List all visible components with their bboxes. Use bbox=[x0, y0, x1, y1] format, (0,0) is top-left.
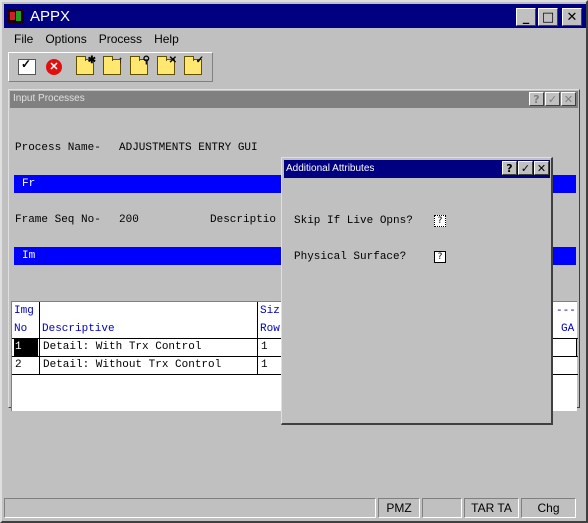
search-folder-icon[interactable]: ⚲ bbox=[130, 55, 150, 75]
grid-line bbox=[39, 302, 40, 374]
process-name-value: ADJUSTMENTS ENTRY GUI bbox=[119, 142, 258, 154]
close-folder-icon[interactable]: ✓ bbox=[184, 55, 204, 75]
additional-attributes-dialog: Additional Attributes ? ✓ ✕ Skip If Live… bbox=[281, 157, 553, 425]
ok-button[interactable]: ✓ bbox=[545, 92, 560, 106]
maximize-button[interactable]: □ bbox=[538, 8, 558, 26]
physical-surface-checkbox[interactable]: ? bbox=[434, 251, 446, 263]
row2-row[interactable]: 1 bbox=[261, 359, 268, 371]
col-header-ga[interactable]: GA bbox=[561, 323, 574, 335]
new-folder-icon[interactable]: ✱ bbox=[76, 55, 96, 75]
row1-no[interactable]: 1 bbox=[15, 341, 22, 353]
help-button[interactable]: ? bbox=[529, 92, 544, 106]
description-label: Descriptio bbox=[210, 214, 277, 226]
mdi-title-bar: Input Processes ? ✓ ✕ bbox=[10, 91, 578, 108]
mdi-title: Input Processes bbox=[13, 93, 85, 104]
grid-line bbox=[576, 338, 577, 356]
dialog-ok-button[interactable]: ✓ bbox=[518, 161, 533, 175]
col-header-descriptive[interactable]: Descriptive bbox=[42, 323, 115, 335]
stop-icon[interactable]: ✕ bbox=[46, 59, 62, 75]
dialog-close-button[interactable]: ✕ bbox=[534, 161, 549, 175]
status-pmz: PMZ bbox=[378, 498, 420, 518]
col-header-size: Siz bbox=[260, 305, 280, 317]
status-bar: PMZ TAR TA Chg bbox=[4, 498, 582, 518]
menu-file[interactable]: File bbox=[8, 31, 39, 49]
app-title: APPX bbox=[30, 8, 71, 25]
delete-folder-icon[interactable]: ✕ bbox=[157, 55, 177, 75]
grid-line bbox=[257, 302, 258, 374]
physical-surface-label: Physical Surface? bbox=[294, 251, 407, 263]
row2-no[interactable]: 2 bbox=[15, 359, 22, 371]
col-header-row[interactable]: Row bbox=[260, 323, 280, 335]
status-empty bbox=[422, 498, 462, 518]
frame-bar-label: Fr bbox=[22, 178, 36, 190]
dialog-title-bar: Additional Attributes ? ✓ ✕ bbox=[284, 160, 550, 178]
title-bar: APPX _ □ ✕ bbox=[4, 4, 586, 28]
dialog-title: Additional Attributes bbox=[286, 163, 375, 174]
menu-options[interactable]: Options bbox=[39, 31, 92, 49]
col-header-dashes: --- bbox=[556, 305, 576, 317]
row1-descriptive[interactable]: Detail: With Trx Control bbox=[43, 341, 201, 353]
row1-row[interactable]: 1 bbox=[261, 341, 268, 353]
frame-seq-label: Frame Seq No- bbox=[15, 214, 101, 226]
status-message bbox=[4, 498, 376, 518]
col-header-no[interactable]: No bbox=[14, 323, 27, 335]
open-folder-icon[interactable]: ↑ bbox=[103, 55, 123, 75]
image-bar-label: Im bbox=[22, 250, 36, 262]
close-button[interactable]: ✕ bbox=[562, 8, 582, 26]
mdi-close-button[interactable]: ✕ bbox=[561, 92, 576, 106]
dialog-help-button[interactable]: ? bbox=[502, 161, 517, 175]
row2-descriptive[interactable]: Detail: Without Trx Control bbox=[43, 359, 221, 371]
menu-process[interactable]: Process bbox=[93, 31, 148, 49]
minimize-button[interactable]: _ bbox=[516, 8, 536, 26]
status-mode: Chg bbox=[521, 498, 576, 518]
skip-if-live-checkbox[interactable]: ? bbox=[434, 215, 446, 227]
skip-if-live-label: Skip If Live Opns? bbox=[294, 215, 413, 227]
status-tar: TAR TA bbox=[464, 498, 519, 518]
frame-seq-value: 200 bbox=[119, 214, 139, 226]
appx-logo-icon bbox=[8, 9, 24, 23]
checkmark-doc-icon[interactable]: ✓ bbox=[18, 57, 36, 75]
menu-bar: File Options Process Help bbox=[8, 31, 185, 49]
toolbar: ✓ ✕ ✱ ↑ ⚲ ✕ ✓ bbox=[8, 52, 213, 82]
process-name-label: Process Name- bbox=[15, 142, 101, 154]
col-header-img: Img bbox=[14, 305, 34, 317]
menu-help[interactable]: Help bbox=[148, 31, 185, 49]
